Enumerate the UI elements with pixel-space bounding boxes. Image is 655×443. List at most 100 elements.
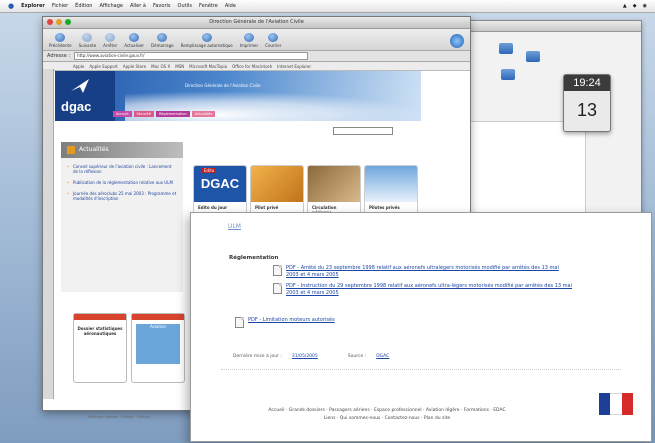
- update-value: 31/05/2005: [291, 354, 318, 359]
- ie-logo-icon: [450, 34, 464, 48]
- favorite-link[interactable]: Mac OS X: [151, 64, 170, 69]
- news-panel: Actualités Conseil supérieur de l'aviati…: [61, 142, 183, 292]
- site-banner: dgac Direction Générale de l'Aviation Ci…: [55, 71, 421, 121]
- site-search-input[interactable]: [333, 127, 393, 135]
- favorite-link[interactable]: Apple Support: [89, 64, 117, 69]
- autofill-label: Remplissage automatique: [180, 43, 233, 48]
- menu-explorer[interactable]: Explorer: [21, 3, 45, 9]
- pdf-link-text[interactable]: PDF - Instruction du 29 septembre 1998 r…: [286, 283, 573, 297]
- footer-links-row[interactable]: Accueil · Grands dossiers · Passagers aé…: [207, 407, 567, 415]
- card-image: [365, 166, 417, 202]
- back-arrow-icon: [55, 33, 66, 42]
- favorite-link[interactable]: Apple Store: [123, 64, 146, 69]
- flag-stripe: [621, 393, 633, 415]
- mail-button[interactable]: Courrier: [265, 33, 281, 48]
- update-info: Dernière mise à jour : 31/05/2005 Source…: [233, 354, 389, 359]
- breadcrumb[interactable]: ULM: [228, 223, 241, 230]
- menu-bar: ● Explorer Fichier Édition Affichage All…: [0, 0, 655, 13]
- menu-affichage[interactable]: Affichage: [99, 3, 123, 9]
- card-tag: Édito: [202, 168, 217, 173]
- pdf-link[interactable]: PDF - Limitation moteurs autorisés: [235, 317, 535, 328]
- explorer-sidebar-tabs[interactable]: [43, 69, 54, 399]
- french-flag-logo: [599, 393, 633, 415]
- dgac-logo-mark-icon: [71, 79, 89, 93]
- nav-item[interactable]: Sécurité: [133, 111, 154, 117]
- refresh-button[interactable]: Actualiser: [124, 33, 144, 48]
- home-button[interactable]: Démarrage: [151, 33, 174, 48]
- pdf-document-icon: [235, 317, 244, 328]
- divider: [221, 369, 621, 370]
- promo-box[interactable]: Aviation: [131, 313, 185, 383]
- address-label: Adresse :: [47, 53, 71, 59]
- browser-titlebar[interactable]: Direction Générale de l'Aviation Civile: [43, 17, 470, 29]
- footer-links-row[interactable]: Liens · Qui sommes-nous · Contactez-nous…: [207, 415, 567, 423]
- pdf-link-text[interactable]: PDF - Arrêté du 23 septembre 1998 relati…: [286, 265, 573, 279]
- card-image: [251, 166, 303, 202]
- menu-aller[interactable]: Aller à: [130, 3, 146, 9]
- nav-item[interactable]: Accueil: [113, 111, 132, 117]
- card-image: [308, 166, 360, 202]
- section-title: Réglementation: [229, 255, 279, 261]
- background-window-titlebar[interactable]: [441, 21, 641, 32]
- close-button[interactable]: [47, 19, 53, 25]
- nav-item[interactable]: Actualités: [191, 111, 216, 117]
- folder-icon[interactable]: [526, 51, 540, 62]
- folder-icon[interactable]: [501, 69, 515, 80]
- minimize-button[interactable]: [56, 19, 62, 25]
- zoomed-page-detail: ULM Réglementation PDF - Arrêté du 23 se…: [190, 212, 652, 442]
- menu-outils[interactable]: Outils: [178, 3, 192, 9]
- menu-aide[interactable]: Aide: [225, 3, 236, 9]
- pdf-document-icon: [273, 265, 282, 276]
- mail-label: Courrier: [265, 43, 282, 48]
- folder-icon[interactable]: [499, 43, 513, 54]
- news-panel-title: Actualités: [61, 142, 183, 158]
- autofill-button[interactable]: Remplissage automatique: [181, 33, 233, 48]
- stop-button[interactable]: Arrêter: [103, 33, 117, 48]
- favorite-link[interactable]: Internet Explorer: [277, 64, 311, 69]
- bluetooth-icon[interactable]: ◆: [633, 3, 637, 9]
- favorite-link[interactable]: Apple: [73, 64, 84, 69]
- browser-toolbar: Précédente Suivante Arrêter Actualiser D…: [43, 29, 470, 51]
- print-icon: [243, 33, 254, 42]
- flag-stripe: [610, 393, 622, 415]
- footer-links: Accueil · Grands dossiers · Passagers aé…: [207, 407, 567, 423]
- calendar-day: 13: [576, 100, 598, 120]
- zoom-button[interactable]: [65, 19, 71, 25]
- print-button[interactable]: Imprimer: [240, 33, 258, 48]
- pdf-link[interactable]: PDF - Arrêté du 23 septembre 1998 relati…: [273, 265, 573, 279]
- menu-favoris[interactable]: Favoris: [153, 3, 171, 9]
- nav-item[interactable]: Réglementation: [155, 111, 190, 117]
- favorite-link[interactable]: MSN: [175, 64, 184, 69]
- card-caption: Edito du jour: [198, 205, 228, 210]
- apple-menu-icon[interactable]: ●: [8, 2, 14, 10]
- promo-text: Dossier statistiques aéronautiques: [77, 326, 123, 336]
- promo-box[interactable]: Dossier statistiques aéronautiques: [73, 313, 127, 383]
- menu-edition[interactable]: Édition: [75, 3, 92, 9]
- update-label: Dernière mise à jour :: [233, 354, 282, 359]
- volume-icon[interactable]: ▲: [623, 3, 627, 9]
- print-label: Imprimer: [239, 43, 259, 48]
- mail-icon: [268, 33, 279, 42]
- favorite-link[interactable]: Microsoft MacTopia: [189, 64, 227, 69]
- address-input[interactable]: http://www.aviation-civile.gouv.fr/: [74, 52, 309, 60]
- menu-fichier[interactable]: Fichier: [52, 3, 68, 9]
- news-item[interactable]: Journée des aéroclubs 25 mai 2003 : Prog…: [67, 191, 177, 201]
- site-footer: Mentions légales · Crédits · Contact: [88, 415, 151, 419]
- news-item[interactable]: Publication de la réglementation relativ…: [67, 180, 177, 185]
- home-label: Démarrage: [151, 43, 174, 48]
- pdf-link[interactable]: PDF - Instruction du 29 septembre 1998 r…: [273, 283, 573, 297]
- news-item[interactable]: Conseil supérieur de l'aviation civile :…: [67, 164, 177, 174]
- dgac-logo[interactable]: dgac: [61, 99, 91, 114]
- forward-button[interactable]: Suivante: [79, 33, 96, 48]
- source-value[interactable]: DGAC: [376, 354, 389, 359]
- banner-subtitle: Direction Générale de l'Aviation Civile: [185, 83, 261, 88]
- favorites-bar: Apple Apple Support Apple Store Mac OS X…: [43, 62, 470, 71]
- spotlight-icon[interactable]: ◉: [643, 3, 647, 9]
- menu-fenetre[interactable]: Fenêtre: [199, 3, 218, 9]
- pdf-link-text[interactable]: PDF - Limitation moteurs autorisés: [248, 317, 335, 328]
- promo-header: [132, 314, 184, 320]
- clock-widget[interactable]: 19:24 13: [563, 74, 611, 132]
- favorite-link[interactable]: Office for Macintosh: [232, 64, 272, 69]
- back-button[interactable]: Précédente: [49, 33, 72, 48]
- flag-stripe: [599, 393, 611, 415]
